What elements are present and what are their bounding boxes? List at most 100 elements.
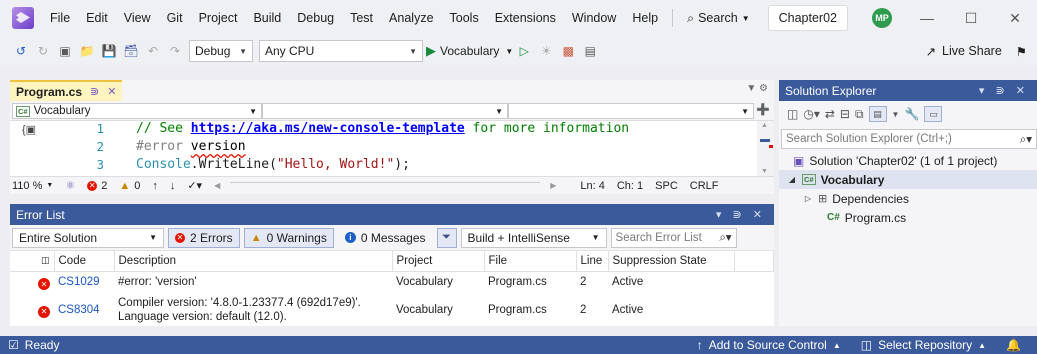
menu-file[interactable]: File (42, 11, 78, 25)
intellicode-icon[interactable]: ✓▾ (187, 179, 202, 192)
switch-views-icon[interactable]: ◫ (787, 107, 798, 121)
line-ending[interactable]: CRLF (690, 180, 719, 192)
menu-extensions[interactable]: Extensions (487, 11, 564, 25)
code-line-2[interactable]: #error version (136, 139, 246, 155)
tree-item-solution[interactable]: ▣ Solution 'Chapter02' (1 of 1 project) (779, 151, 1037, 170)
scope-dropdown[interactable]: Entire Solution ▼ (12, 227, 164, 248)
editor-vertical-scrollbar[interactable]: ▲ ▼ (757, 121, 774, 176)
member-navigation-dropdown[interactable]: ▼ (508, 103, 754, 119)
feedback-icon[interactable]: ⚑ (1016, 44, 1027, 59)
select-repository-button[interactable]: ◫ Select Repository ▲ (861, 338, 986, 352)
type-navigation-dropdown[interactable]: ▼ (262, 103, 508, 119)
undo-icon[interactable]: ↶ (144, 42, 162, 60)
add-to-source-control-button[interactable]: ↑ Add to Source Control ▲ (697, 338, 841, 352)
hot-reload-icon[interactable]: ☀ (537, 42, 555, 60)
properties-icon[interactable]: 🔧 (904, 107, 919, 121)
tree-item-program-cs[interactable]: C# Program.cs (779, 208, 1037, 227)
close-tab-icon[interactable]: ✕ (107, 85, 116, 98)
menu-git[interactable]: Git (159, 11, 191, 25)
menu-view[interactable]: View (116, 11, 159, 25)
save-all-icon[interactable]: 🗃 (122, 42, 140, 60)
menu-debug[interactable]: Debug (289, 11, 342, 25)
error-code-link[interactable]: CS8304 (54, 293, 114, 327)
back-icon[interactable]: ↺ (12, 42, 30, 60)
scroll-left-icon[interactable]: ◀ (214, 181, 220, 190)
sync-icon[interactable]: ⇄ (825, 107, 835, 121)
maximize-button[interactable]: ☐ (949, 10, 993, 27)
browse-icon[interactable]: ▩ (559, 42, 577, 60)
preview-icon[interactable]: ▭ (924, 106, 943, 122)
code-link[interactable]: https://aka.ms/new-console-template (191, 121, 465, 136)
scroll-up-icon[interactable]: ▲ (761, 122, 768, 129)
tab-overflow-icon[interactable]: ▼ ⚙ (746, 83, 768, 94)
redo-icon[interactable]: ↷ (166, 42, 184, 60)
forward-icon[interactable]: ↻ (34, 42, 52, 60)
error-list-search-input[interactable]: Search Error List ⌕▾ (610, 227, 737, 248)
split-editor-icon[interactable]: ➕ (756, 103, 770, 116)
menu-tools[interactable]: Tools (442, 11, 487, 25)
tree-item-project[interactable]: ◢ C# Vocabulary (779, 170, 1037, 189)
code-editor[interactable]: {▣ 1 2 3 // See https://aka.ms/new-conso… (10, 121, 774, 176)
messages-filter-button[interactable]: i 0 Messages (338, 228, 433, 248)
code-line-3[interactable]: Console.WriteLine("Hello, World!"); (136, 157, 410, 173)
column-header-line[interactable]: Line (576, 251, 609, 272)
tree-item-dependencies[interactable]: ▷ ⊞ Dependencies (779, 189, 1037, 208)
project-navigation-dropdown[interactable]: C# Vocabulary ▼ (12, 103, 262, 119)
start-debugging-icon[interactable]: ▶ (426, 43, 436, 59)
menu-window[interactable]: Window (564, 11, 624, 25)
menu-project[interactable]: Project (191, 11, 246, 25)
sort-column-icon[interactable]: ◫ (10, 251, 55, 272)
scroll-right-icon[interactable]: ▶ (550, 181, 556, 190)
menu-help[interactable]: Help (624, 11, 666, 25)
warnings-filter-button[interactable]: ▲ 0 Warnings (243, 227, 334, 248)
errors-filter-button[interactable]: ✕ 2 Errors (168, 227, 240, 248)
platform-dropdown[interactable]: Any CPU ▼ (259, 40, 423, 62)
chevron-down-icon[interactable]: ▼ (892, 110, 900, 119)
quick-actions-icon[interactable]: {▣ (22, 123, 36, 136)
warnings-indicator[interactable]: ▲ 0 (119, 180, 140, 192)
search-button[interactable]: ⌕ Search ▼ (679, 11, 758, 26)
solution-explorer-search-input[interactable]: Search Solution Explorer (Ctrl+;) ⌕▾ (781, 129, 1037, 149)
editor-horizontal-scrollbar[interactable] (230, 181, 541, 190)
column-header-code[interactable]: Code (54, 251, 115, 272)
show-all-files-icon[interactable]: ⧉ (855, 107, 864, 122)
collapse-all-icon[interactable]: ⊟ (840, 107, 850, 121)
save-icon[interactable]: 💾 (100, 42, 118, 60)
error-code-link[interactable]: CS1029 (54, 271, 114, 293)
configuration-dropdown[interactable]: Debug ▼ (189, 40, 253, 62)
column-header-file[interactable]: File (484, 251, 577, 272)
pin-icon[interactable]: ⋑ (90, 85, 99, 98)
source-dropdown[interactable]: Build + IntelliSense ▼ (460, 227, 607, 248)
notifications-bell-icon[interactable]: 🔔 (1006, 338, 1021, 352)
menu-build[interactable]: Build (245, 11, 289, 25)
avatar[interactable]: MP (871, 8, 892, 28)
expanded-arrow-icon[interactable]: ◢ (787, 175, 797, 184)
close-window-button[interactable]: ✕ (993, 10, 1037, 27)
column-header-description[interactable]: Description (114, 251, 393, 272)
column-header-project[interactable]: Project (392, 251, 485, 272)
layout-icon[interactable]: ▤ (581, 42, 599, 60)
pending-changes-icon[interactable]: ◷▾ (803, 107, 820, 121)
preview-selected-icon[interactable]: ▤ (868, 106, 887, 122)
scroll-down-icon[interactable]: ▼ (761, 168, 768, 175)
panel-window-controls[interactable]: ▾ ⋑ ✕ (979, 84, 1029, 97)
live-share-button[interactable]: ↗ Live Share ⚑ (926, 44, 1027, 59)
tab-program-cs[interactable]: Program.cs ⋑ ✕ (10, 80, 123, 101)
code-cleanup-icon[interactable]: ⚛ (65, 179, 75, 192)
column-header-suppression-state[interactable]: Suppression State (608, 251, 735, 272)
filter-icon[interactable]: ⏷ (436, 227, 457, 248)
menu-test[interactable]: Test (342, 11, 381, 25)
next-issue-icon[interactable]: ↓ (170, 180, 176, 192)
collapsed-arrow-icon[interactable]: ▷ (803, 194, 813, 203)
table-row[interactable]: ✕ CS1029 #error: 'version' Vocabulary Pr… (10, 271, 774, 293)
new-item-icon[interactable]: ▣ (56, 42, 74, 60)
start-without-debugging-icon[interactable]: ▷ (515, 42, 533, 60)
errors-indicator[interactable]: ✕ 2 (87, 180, 107, 192)
code-line-1[interactable]: // See https://aka.ms/new-console-templa… (136, 121, 629, 137)
chevron-down-icon[interactable]: ▼ (505, 47, 513, 56)
menu-analyze[interactable]: Analyze (381, 11, 441, 25)
previous-issue-icon[interactable]: ↑ (152, 180, 158, 192)
table-row[interactable]: ✕ CS8304 Compiler version: '4.8.0-1.2337… (10, 293, 774, 327)
menu-edit[interactable]: Edit (78, 11, 116, 25)
open-folder-icon[interactable]: 📁 (78, 42, 96, 60)
